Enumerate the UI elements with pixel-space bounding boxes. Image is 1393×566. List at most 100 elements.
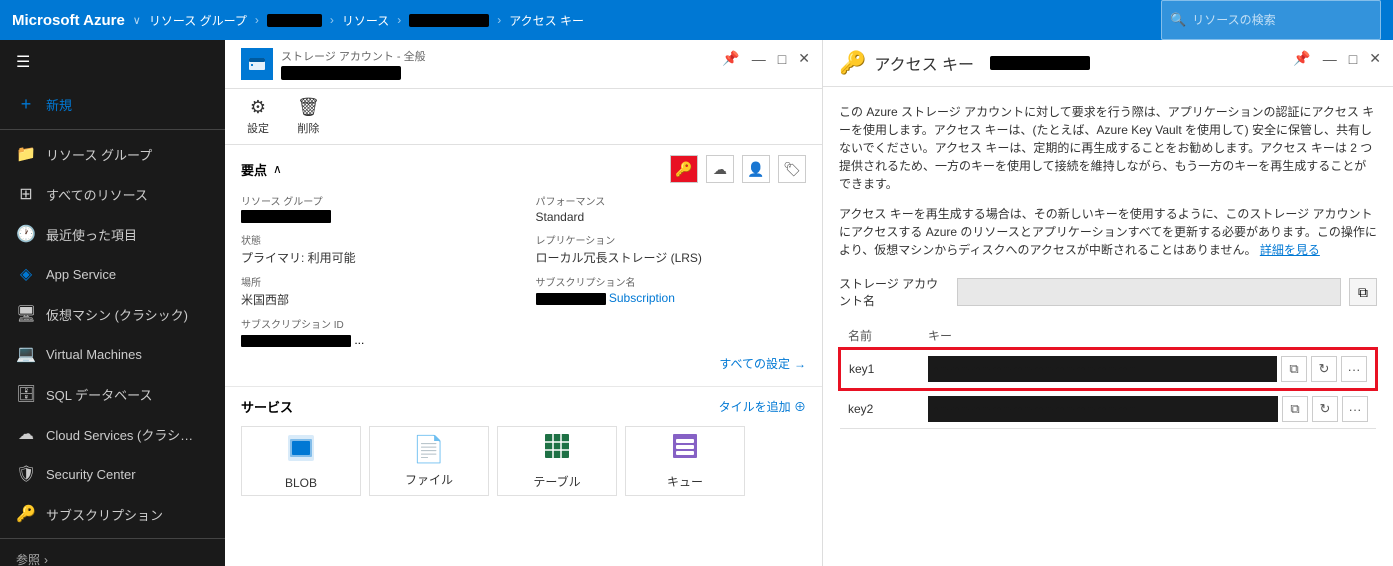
cloud-services-icon: ☁	[16, 424, 36, 444]
maximize-button[interactable]: □	[774, 48, 790, 69]
tag-button[interactable]: 🏷	[778, 155, 806, 183]
services-title: サービス	[241, 397, 293, 416]
sidebar-item-security-center[interactable]: 🛡 Security Center	[0, 454, 225, 494]
toolbar: ⚙ 設定 🗑 削除	[225, 89, 822, 145]
copy-storage-name-button[interactable]: ⧉	[1349, 278, 1377, 306]
storage-name-row: ストレージ アカウント名 ⧉	[839, 275, 1377, 309]
sidebar-item-resource-group[interactable]: 📁 リソース グループ	[0, 134, 225, 174]
subscription-link[interactable]: Subscription	[609, 291, 675, 305]
rp-close-button[interactable]: ✕	[1365, 48, 1385, 69]
panel-name-masked	[281, 66, 401, 80]
all-settings-link[interactable]: すべての設定 →	[241, 347, 806, 376]
field-label: サブスクリプション ID	[241, 316, 512, 331]
breadcrumb-item-3[interactable]: アクセス キー	[509, 12, 584, 29]
service-label: BLOB	[285, 476, 317, 490]
storage-svg-icon	[247, 54, 267, 74]
key-icon-button[interactable]: 🔑	[670, 155, 698, 183]
pin-button[interactable]: 📌	[718, 48, 743, 69]
summary-grid: リソース グループ パフォーマンス Standard 状態 プライマリ: 利用可…	[241, 193, 806, 347]
key1-input[interactable]	[928, 356, 1277, 382]
field-label: サブスクリプション名	[536, 274, 807, 289]
queue-icon	[671, 432, 699, 467]
key1-value-cell: ⧉ ↻ ···	[920, 349, 1376, 389]
key2-copy-button[interactable]: ⧉	[1282, 396, 1308, 422]
sidebar-divider-1	[0, 129, 225, 130]
settings-icon: ⚙	[250, 97, 266, 118]
storage-tile-icon	[241, 48, 273, 80]
summary-collapse-icon[interactable]: ∧	[273, 162, 282, 176]
description-text-2: アクセス キーを再生成する場合は、その新しいキーを使用するように、このストレージ…	[839, 205, 1377, 259]
field-subscription-id: サブスクリプション ID ...	[241, 316, 512, 347]
field-value: Subscription	[536, 291, 807, 305]
summary-header: 要点 ∧ 🔑 ☁ 👤 🏷	[241, 155, 806, 183]
key2-regenerate-button[interactable]: ↻	[1312, 396, 1338, 422]
description-text-1: この Azure ストレージ アカウントに対して要求を行う際は、アプリケーション…	[839, 103, 1377, 193]
breadcrumb-item-1[interactable]: リソース グループ	[149, 12, 247, 29]
field-value: プライマリ: 利用可能	[241, 249, 512, 266]
panel-content: 要点 ∧ 🔑 ☁ 👤 🏷 リソース グループ	[225, 145, 822, 566]
sidebar-item-cloud-services[interactable]: ☁ Cloud Services (クラシ…	[0, 414, 225, 454]
sidebar-item-all-resources[interactable]: ⊞ すべてのリソース	[0, 174, 225, 214]
add-tile-button[interactable]: タイルを追加 ⊕	[719, 398, 806, 415]
rp-maximize-button[interactable]: □	[1345, 48, 1361, 69]
key1-regenerate-button[interactable]: ↻	[1311, 356, 1337, 382]
service-tile-table[interactable]: テーブル	[497, 426, 617, 496]
field-label: 場所	[241, 274, 512, 289]
subscription-icon: 🔑	[16, 504, 36, 524]
sidebar-label: サブスクリプション	[46, 505, 163, 524]
table-svg	[543, 432, 571, 460]
details-link[interactable]: 詳細を見る	[1260, 243, 1320, 257]
key2-value-cell: ⧉ ↻ ···	[920, 389, 1376, 429]
keys-table: 名前 キー key1 ⧉ ↻	[839, 323, 1377, 429]
users-button[interactable]: 👤	[742, 155, 770, 183]
service-label: ファイル	[405, 471, 453, 488]
field-value: ローカル冗長ストレージ (LRS)	[536, 249, 807, 266]
left-panel: ストレージ アカウント - 全般 📌 — □ ✕ ⚙ 設定 🗑	[225, 40, 823, 566]
sidebar-label: Cloud Services (クラシ…	[46, 425, 193, 444]
sidebar-ref-link[interactable]: 参照 ›	[0, 543, 225, 566]
field-label: リソース グループ	[241, 193, 512, 208]
sidebar-item-vm-classic[interactable]: 🖥 仮想マシン (クラシック)	[0, 294, 225, 334]
sidebar-item-sql-db[interactable]: 🗄 SQL データベース	[0, 374, 225, 414]
breadcrumb-item-2[interactable]: リソース	[342, 12, 389, 29]
key2-more-button[interactable]: ···	[1342, 396, 1368, 422]
service-tile-queue[interactable]: キュー	[625, 426, 745, 496]
sidebar-item-new[interactable]: + 新規	[0, 84, 225, 125]
field-label: パフォーマンス	[536, 193, 807, 208]
sidebar-item-virtual-machines[interactable]: 💻 Virtual Machines	[0, 334, 225, 374]
cloud-upload-button[interactable]: ☁	[706, 155, 734, 183]
ref-label: 参照	[16, 551, 40, 566]
close-button[interactable]: ✕	[794, 48, 814, 69]
rp-minimize-button[interactable]: —	[1319, 48, 1341, 69]
brand-logo[interactable]: Microsoft Azure	[12, 12, 125, 29]
sidebar-label: 仮想マシン (クラシック)	[46, 305, 188, 324]
field-value-masked	[241, 210, 331, 223]
sidebar-item-recent[interactable]: 🕐 最近使った項目	[0, 214, 225, 254]
storage-name-input[interactable]	[957, 278, 1341, 306]
settings-label: 設定	[247, 120, 269, 136]
summary-section: 要点 ∧ 🔑 ☁ 👤 🏷 リソース グループ	[225, 145, 822, 387]
minimize-button[interactable]: —	[748, 48, 770, 69]
field-performance: パフォーマンス Standard	[536, 193, 807, 224]
rp-pin-button[interactable]: 📌	[1289, 48, 1314, 69]
service-tile-blob[interactable]: BLOB	[241, 426, 361, 496]
key1-more-button[interactable]: ···	[1341, 356, 1367, 382]
key1-copy-button[interactable]: ⧉	[1281, 356, 1307, 382]
sidebar-menu-button[interactable]: ☰	[0, 40, 225, 84]
service-tile-file[interactable]: 📄 ファイル	[369, 426, 489, 496]
search-input[interactable]	[1192, 13, 1372, 27]
services-section: サービス タイルを追加 ⊕ BLOB	[225, 387, 822, 506]
sidebar-item-subscription[interactable]: 🔑 サブスクリプション	[0, 494, 225, 534]
settings-button[interactable]: ⚙ 設定	[241, 95, 275, 138]
service-label: テーブル	[533, 473, 580, 490]
storage-name-label: ストレージ アカウント名	[839, 275, 949, 309]
services-grid: BLOB 📄 ファイル	[241, 426, 806, 496]
breadcrumb-masked-1	[267, 14, 322, 27]
sql-icon: 🗄	[16, 384, 36, 404]
sidebar-new-label: 新規	[46, 95, 72, 114]
key2-input[interactable]	[928, 396, 1278, 422]
search-icon: 🔍	[1170, 12, 1186, 28]
delete-button[interactable]: 🗑 削除	[291, 95, 326, 138]
sidebar-label: リソース グループ	[46, 145, 152, 164]
sidebar-item-app-service[interactable]: ◈ App Service	[0, 254, 225, 294]
